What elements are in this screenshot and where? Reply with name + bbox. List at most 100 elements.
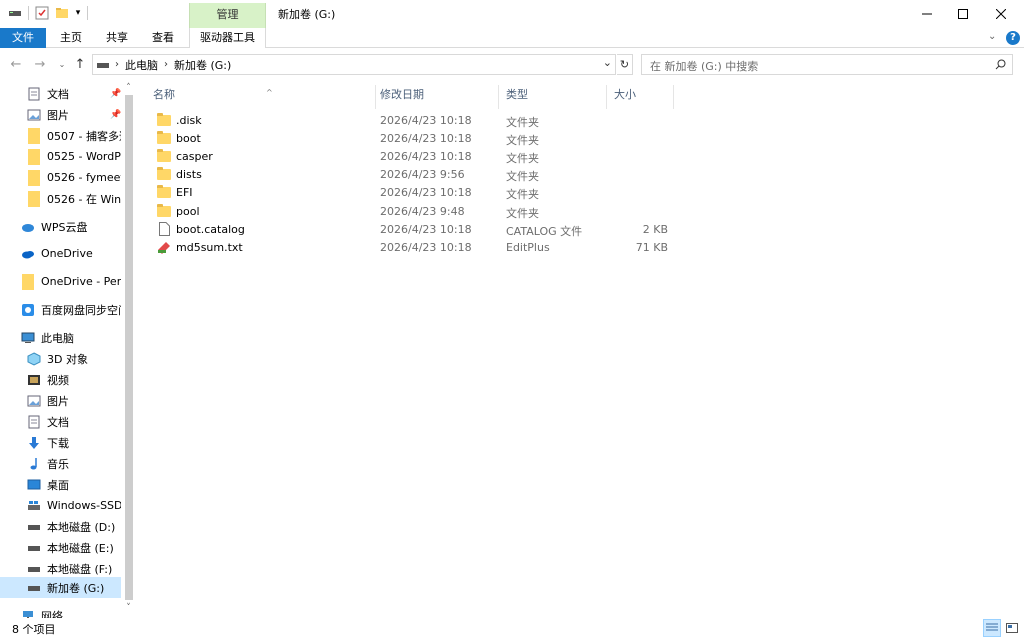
folder-icon [156, 184, 172, 199]
breadcrumb-this-pc[interactable]: 此电脑 [125, 57, 158, 73]
nav-item-folder[interactable]: 0526 - 在 Wind [0, 188, 122, 209]
table-row[interactable]: .disk 2026/4/23 10:18 文件夹 [136, 111, 736, 129]
wps-cloud-icon [20, 219, 36, 235]
breadcrumb-current-drive[interactable]: 新加卷 (G:) [174, 57, 231, 73]
details-view-icon[interactable] [983, 619, 1001, 637]
folder-icon [156, 112, 172, 127]
address-dropdown-icon[interactable]: ⌄ [603, 56, 612, 69]
table-row[interactable]: boot.catalog 2026/4/23 10:18 CATALOG 文件 … [136, 220, 736, 238]
file-type: 文件夹 [506, 134, 539, 147]
refresh-button[interactable]: ↻ [617, 54, 633, 75]
column-header-size[interactable]: 大小 [607, 85, 674, 109]
nav-item-documents[interactable]: 文档 [0, 411, 122, 432]
file-name: casper [176, 149, 213, 163]
pin-icon[interactable]: 📌 [110, 89, 121, 99]
nav-item-drive-g[interactable]: 新加卷 (G:) [0, 577, 122, 598]
windows-drive-icon [26, 498, 42, 514]
nav-item-folder[interactable]: 0525 - WordPr [0, 146, 122, 167]
drive-icon [97, 61, 109, 69]
large-icons-view-icon[interactable] [1003, 619, 1021, 637]
drive-icon[interactable] [6, 4, 24, 22]
table-row[interactable]: md5sum.txt 2026/4/23 10:18 EditPlus 71 K… [136, 238, 736, 256]
search-input[interactable]: 在 新加卷 (G:) 中搜索 [641, 54, 1013, 75]
nav-item-baidu-sync[interactable]: 百度网盘同步空间 [0, 299, 122, 320]
nav-item-label: 0526 - 在 Wind [47, 192, 122, 206]
nav-item-wps-cloud[interactable]: WPS云盘 [0, 216, 122, 237]
file-modified: 2026/4/23 10:18 [380, 150, 472, 163]
tab-share[interactable]: 共享 [98, 28, 136, 48]
folder-icon [156, 203, 172, 218]
nav-item-downloads[interactable]: 下载 [0, 432, 122, 453]
nav-item-folder[interactable]: 0526 - fymeet ! [0, 167, 122, 188]
nav-item-desktop[interactable]: 桌面 [0, 474, 122, 495]
onedrive-icon [20, 246, 36, 262]
scroll-up-icon[interactable]: ˄ [121, 81, 136, 95]
folder-icon [156, 130, 172, 145]
nav-item-folder[interactable]: 0507 - 捕客多适 [0, 125, 122, 146]
drive-icon [26, 540, 42, 556]
nav-item-windows-ssd[interactable]: Windows-SSD ( [0, 495, 122, 516]
tab-file[interactable]: 文件 [0, 28, 46, 48]
nav-item-drive-d[interactable]: 本地磁盘 (D:) [0, 516, 122, 537]
nav-item-label: 文档 [47, 415, 69, 429]
table-row[interactable]: dists 2026/4/23 9:56 文件夹 [136, 165, 736, 183]
nav-item-onedrive[interactable]: OneDrive [0, 243, 122, 264]
up-arrow-icon[interactable]: ↑ [72, 56, 88, 72]
navigation-pane[interactable]: 文档 📌 图片 📌 0507 - 捕客多适 0525 - WordPr 0526… [0, 81, 136, 618]
drive-icon [26, 580, 42, 596]
table-row[interactable]: boot 2026/4/23 10:18 文件夹 [136, 129, 736, 147]
nav-item-documents-quick[interactable]: 文档 📌 [0, 83, 122, 104]
nav-item-3d-objects[interactable]: 3D 对象 [0, 348, 122, 369]
nav-item-onedrive-personal[interactable]: OneDrive - Perso [0, 271, 122, 292]
file-modified: 2026/4/23 10:18 [380, 186, 472, 199]
close-button[interactable] [978, 0, 1024, 28]
folder-icon [20, 273, 36, 290]
scroll-down-icon[interactable]: ˅ [121, 601, 136, 615]
file-name: boot.catalog [176, 222, 245, 236]
table-row[interactable]: pool 2026/4/23 9:48 文件夹 [136, 202, 736, 220]
column-header-modified[interactable]: 修改日期 [373, 85, 499, 109]
file-modified: 2026/4/23 10:18 [380, 241, 472, 254]
help-icon[interactable]: ? [1006, 31, 1020, 45]
nav-item-label: 网络 [41, 609, 63, 619]
nav-item-drive-f[interactable]: 本地磁盘 (F:) [0, 558, 122, 579]
tab-drive-tools[interactable]: 驱动器工具 [189, 28, 266, 49]
nav-item-videos[interactable]: 视频 [0, 369, 122, 390]
file-list[interactable]: 名称 ^ 修改日期 类型 大小 .disk 2026/4/23 10:18 文件… [136, 81, 1024, 618]
file-type: 文件夹 [506, 116, 539, 129]
nav-item-network[interactable]: 网络 [0, 605, 122, 618]
expand-ribbon-icon[interactable]: ⌄ [988, 31, 996, 42]
customize-quick-access-icon[interactable]: ▾ [72, 4, 84, 22]
nav-item-label: 新加卷 (G:) [47, 581, 105, 595]
nav-item-music[interactable]: 音乐 [0, 453, 122, 474]
file-name: EFI [176, 185, 193, 199]
ribbon-tab-bar: 文件 主页 共享 查看 驱动器工具 ⌄ ? [0, 28, 1024, 49]
scrollbar-thumb[interactable] [125, 95, 133, 600]
column-header-type[interactable]: 类型 [499, 85, 607, 109]
file-type: EditPlus [506, 241, 550, 254]
file-type: 文件夹 [506, 152, 539, 165]
back-arrow-icon[interactable]: ← [8, 56, 24, 72]
forward-arrow-icon[interactable]: → [32, 56, 48, 72]
properties-icon[interactable] [33, 4, 51, 22]
nav-item-this-pc[interactable]: 此电脑 [0, 327, 122, 348]
title-bar: ▾ 管理 新加卷 (G:) [0, 0, 1024, 28]
pin-icon[interactable]: 📌 [110, 110, 121, 120]
network-icon [20, 608, 36, 618]
pictures-icon [26, 393, 42, 409]
recent-locations-chevron-icon[interactable]: ⌄ [54, 56, 70, 72]
new-folder-icon[interactable] [53, 4, 71, 22]
nav-item-pictures-quick[interactable]: 图片 📌 [0, 104, 122, 125]
address-bar[interactable]: › 此电脑 › 新加卷 (G:) ⌄ [92, 54, 616, 75]
search-placeholder: 在 新加卷 (G:) 中搜索 [650, 60, 759, 73]
nav-item-drive-e[interactable]: 本地磁盘 (E:) [0, 537, 122, 558]
column-header-label: 修改日期 [380, 88, 424, 101]
tab-home[interactable]: 主页 [52, 28, 90, 48]
table-row[interactable]: casper 2026/4/23 10:18 文件夹 [136, 147, 736, 165]
column-header-name[interactable]: 名称 ^ [146, 85, 376, 109]
table-row[interactable]: EFI 2026/4/23 10:18 文件夹 [136, 183, 736, 201]
nav-item-label: Windows-SSD ( [47, 499, 122, 512]
tab-view[interactable]: 查看 [144, 28, 182, 48]
nav-item-pictures[interactable]: 图片 [0, 390, 122, 411]
nav-scrollbar[interactable]: ˄ ˅ [121, 81, 136, 618]
